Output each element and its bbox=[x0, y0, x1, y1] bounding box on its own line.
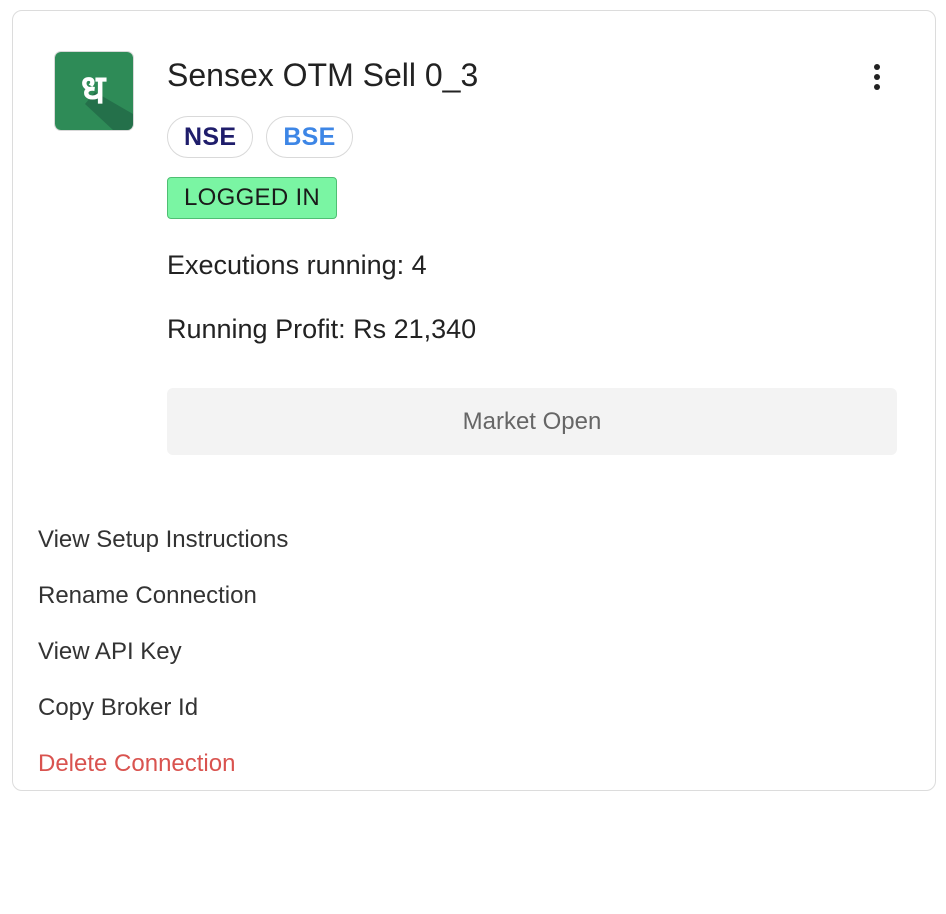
executions-running-text: Executions running: 4 bbox=[167, 250, 427, 280]
kebab-menu-icon[interactable] bbox=[861, 57, 893, 97]
menu-item-view-api-key[interactable]: View API Key bbox=[38, 635, 288, 691]
broker-logo-icon: ध bbox=[55, 52, 133, 130]
status-badge: LOGGED IN bbox=[167, 177, 338, 219]
connection-menu: View Setup Instructions Rename Connectio… bbox=[38, 523, 288, 803]
menu-item-delete-connection[interactable]: Delete Connection bbox=[38, 747, 288, 803]
market-open-button[interactable]: Market Open bbox=[167, 388, 897, 455]
connection-title: Sensex OTM Sell 0_3 bbox=[167, 57, 479, 93]
exchange-chips: NSE BSE bbox=[167, 116, 353, 158]
broker-connection-card: ध Sensex OTM Sell 0_3 NSE BSE LOGGED IN … bbox=[12, 10, 936, 791]
menu-item-rename-connection[interactable]: Rename Connection bbox=[38, 579, 288, 635]
exchange-chip-nse: NSE bbox=[167, 116, 254, 158]
dhan-logo-graphic: ध bbox=[55, 52, 133, 130]
logo-glyph: ध bbox=[81, 67, 107, 113]
menu-item-copy-broker-id[interactable]: Copy Broker Id bbox=[38, 691, 288, 747]
menu-item-view-setup-instructions[interactable]: View Setup Instructions bbox=[38, 523, 288, 579]
exchange-chip-bse: BSE bbox=[266, 116, 353, 158]
running-profit-text: Running Profit: Rs 21,340 bbox=[167, 314, 477, 344]
